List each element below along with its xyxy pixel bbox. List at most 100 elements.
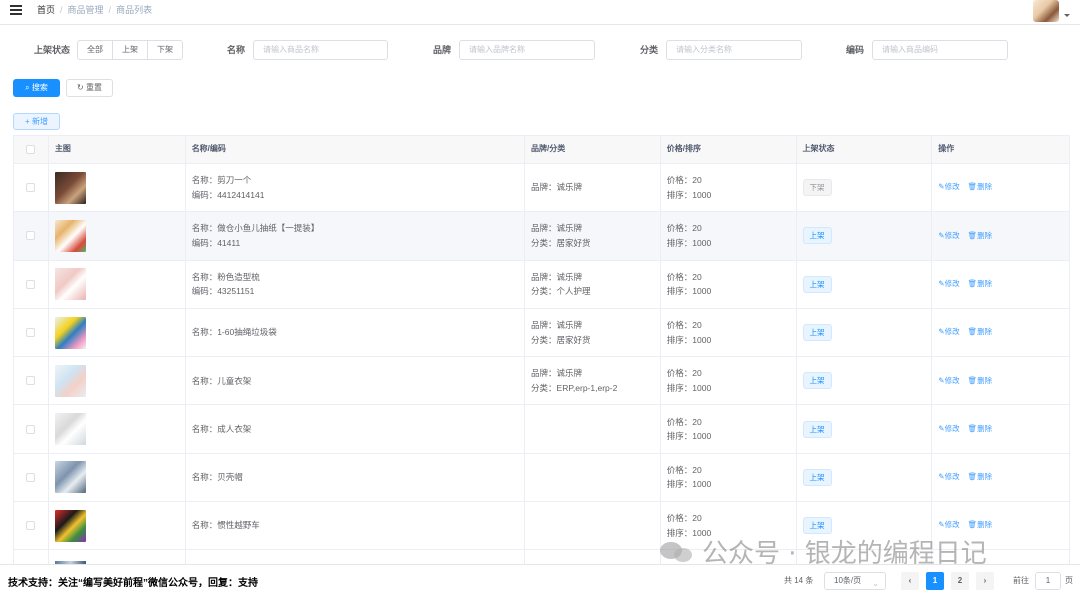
product-sort: 排序：1000	[666, 237, 712, 248]
reset-button[interactable]: ↻ 重置	[66, 79, 113, 97]
product-category: 分类：居家好货	[531, 334, 591, 345]
category-search-input[interactable]: 请输入分类名称	[666, 40, 802, 60]
search-button[interactable]: ⌕ 搜索	[13, 79, 60, 97]
product-name: 名称：剪刀一个	[191, 175, 252, 186]
status-badge[interactable]: 上架	[802, 517, 832, 535]
edit-button[interactable]: ✎修改	[938, 277, 959, 292]
breadcrumb: 首页 / 商品管理 / 商品列表	[37, 5, 153, 15]
total-count: 共 14 条	[784, 576, 814, 585]
edit-button[interactable]: ✎修改	[938, 518, 959, 533]
product-price: 价格：20	[666, 368, 702, 379]
edit-button[interactable]: ✎修改	[938, 229, 959, 244]
edit-button[interactable]: ✎修改	[938, 374, 959, 389]
row-checkbox[interactable]	[26, 424, 36, 434]
brand-search-input[interactable]: 请输入品牌名称	[459, 40, 595, 60]
status-option-off[interactable]: 下架	[148, 41, 182, 59]
product-sort: 排序：1000	[666, 382, 712, 393]
edit-button[interactable]: ✎修改	[938, 470, 959, 485]
chevron-right-icon: ›	[983, 576, 987, 585]
product-name: 名称：粉色造型梳	[191, 271, 260, 282]
product-image[interactable]	[54, 171, 86, 204]
status-option-on[interactable]: 上架	[113, 41, 148, 59]
code-filter-label: 编码	[846, 45, 865, 55]
product-image[interactable]	[54, 413, 86, 446]
product-name: 名称：成人衣架	[191, 423, 252, 434]
trash-icon: 🗑	[967, 423, 978, 433]
prev-page-button[interactable]: ‹	[901, 572, 919, 590]
next-page-button[interactable]: ›	[976, 572, 994, 590]
code-search-input[interactable]: 请输入商品编码	[872, 40, 1008, 60]
trash-icon: 🗑	[967, 278, 978, 288]
user-avatar[interactable]	[1033, 0, 1059, 22]
page-2-button[interactable]: 2	[951, 572, 969, 590]
row-checkbox[interactable]	[26, 231, 36, 241]
name-filter-label: 名称	[227, 45, 246, 55]
page-size-select[interactable]: 10条/页 ⌄	[824, 572, 886, 590]
table-row: 名称：成人衣架 价格：20 排序：1000 上架 ✎修改 🗑删除	[14, 405, 1069, 454]
caret-down-icon[interactable]	[1064, 14, 1070, 17]
row-checkbox[interactable]	[26, 376, 36, 386]
row-checkbox[interactable]	[26, 521, 36, 531]
delete-button[interactable]: 🗑删除	[968, 518, 993, 533]
status-badge[interactable]: 下架	[802, 179, 832, 197]
table-row: 名称：做仓小鱼儿抽纸【一提装】 编码：41411 品牌：诚乐牌 分类：居家好货 价格…	[14, 212, 1069, 261]
edit-button[interactable]: ✎修改	[938, 325, 959, 340]
row-checkbox[interactable]	[26, 328, 36, 338]
product-brand: 品牌：诚乐牌	[531, 182, 583, 193]
delete-button[interactable]: 🗑删除	[968, 422, 993, 437]
status-badge[interactable]: 上架	[802, 372, 832, 390]
refresh-icon: ↻	[77, 83, 86, 92]
status-badge[interactable]: 上架	[802, 227, 832, 245]
trash-icon: 🗑	[967, 230, 978, 240]
status-badge[interactable]: 上架	[802, 468, 832, 486]
product-price: 价格：20	[666, 464, 702, 475]
table-row: 名称：粉色造型梳 编码：43251151 品牌：诚乐牌 分类：个人护理 价格：20 排…	[14, 260, 1069, 309]
table-header: 主图 名称/编码 品牌/分类 价格/排序 上架状态 操作	[14, 136, 1069, 164]
chevron-left-icon: ‹	[908, 576, 912, 585]
product-name: 名称：做仓小鱼儿抽纸【一提装】	[191, 223, 320, 234]
product-image[interactable]	[54, 268, 86, 301]
product-brand: 品牌：诚乐牌	[531, 223, 583, 234]
name-search-input[interactable]: 请输入商品名称	[253, 40, 388, 60]
delete-button[interactable]: 🗑删除	[968, 325, 993, 340]
delete-button[interactable]: 🗑删除	[968, 374, 993, 389]
menu-toggle-icon[interactable]	[10, 5, 22, 15]
header-actions: 操作	[938, 144, 955, 154]
breadcrumb-home[interactable]: 首页	[37, 5, 55, 15]
edit-button[interactable]: ✎修改	[938, 422, 959, 437]
product-image[interactable]	[54, 509, 86, 542]
status-filter-group: 全部 上架 下架	[77, 40, 183, 60]
row-checkbox[interactable]	[26, 472, 36, 482]
status-badge[interactable]: 上架	[802, 275, 832, 293]
goto-page-input[interactable]: 1	[1035, 572, 1061, 590]
product-price: 价格：20	[666, 223, 702, 234]
product-code: 编码：4412414141	[191, 189, 265, 200]
add-button[interactable]: + 新增	[13, 113, 60, 130]
product-image[interactable]	[54, 364, 86, 397]
row-checkbox[interactable]	[26, 279, 36, 289]
delete-button[interactable]: 🗑删除	[968, 277, 993, 292]
trash-icon: 🗑	[967, 520, 978, 530]
product-category: 分类：个人护理	[531, 286, 591, 297]
table-row: 名称：剪刀一个 编码：4412414141 品牌：诚乐牌 价格：20 排序：1000…	[14, 164, 1069, 213]
select-all-checkbox[interactable]	[26, 145, 36, 154]
product-image[interactable]	[54, 316, 86, 349]
status-option-all[interactable]: 全部	[78, 41, 113, 59]
delete-button[interactable]: 🗑删除	[968, 180, 993, 195]
status-badge[interactable]: 上架	[802, 324, 832, 342]
product-image[interactable]	[54, 461, 86, 494]
page-1-button[interactable]: 1	[926, 572, 944, 590]
product-name: 名称：贝壳帽	[191, 472, 243, 483]
product-image[interactable]	[54, 219, 86, 252]
product-price: 价格：20	[666, 416, 702, 427]
product-name: 名称：1-60抽绳垃圾袋	[191, 327, 277, 338]
product-name: 名称：惯性越野车	[191, 520, 260, 531]
edit-button[interactable]: ✎修改	[938, 180, 959, 195]
trash-icon: 🗑	[967, 375, 978, 385]
delete-button[interactable]: 🗑删除	[968, 470, 993, 485]
breadcrumb-product-management[interactable]: 商品管理	[68, 5, 104, 15]
status-badge[interactable]: 上架	[802, 420, 832, 438]
delete-button[interactable]: 🗑删除	[968, 229, 993, 244]
product-sort: 排序：1000	[666, 431, 712, 442]
row-checkbox[interactable]	[26, 183, 36, 193]
